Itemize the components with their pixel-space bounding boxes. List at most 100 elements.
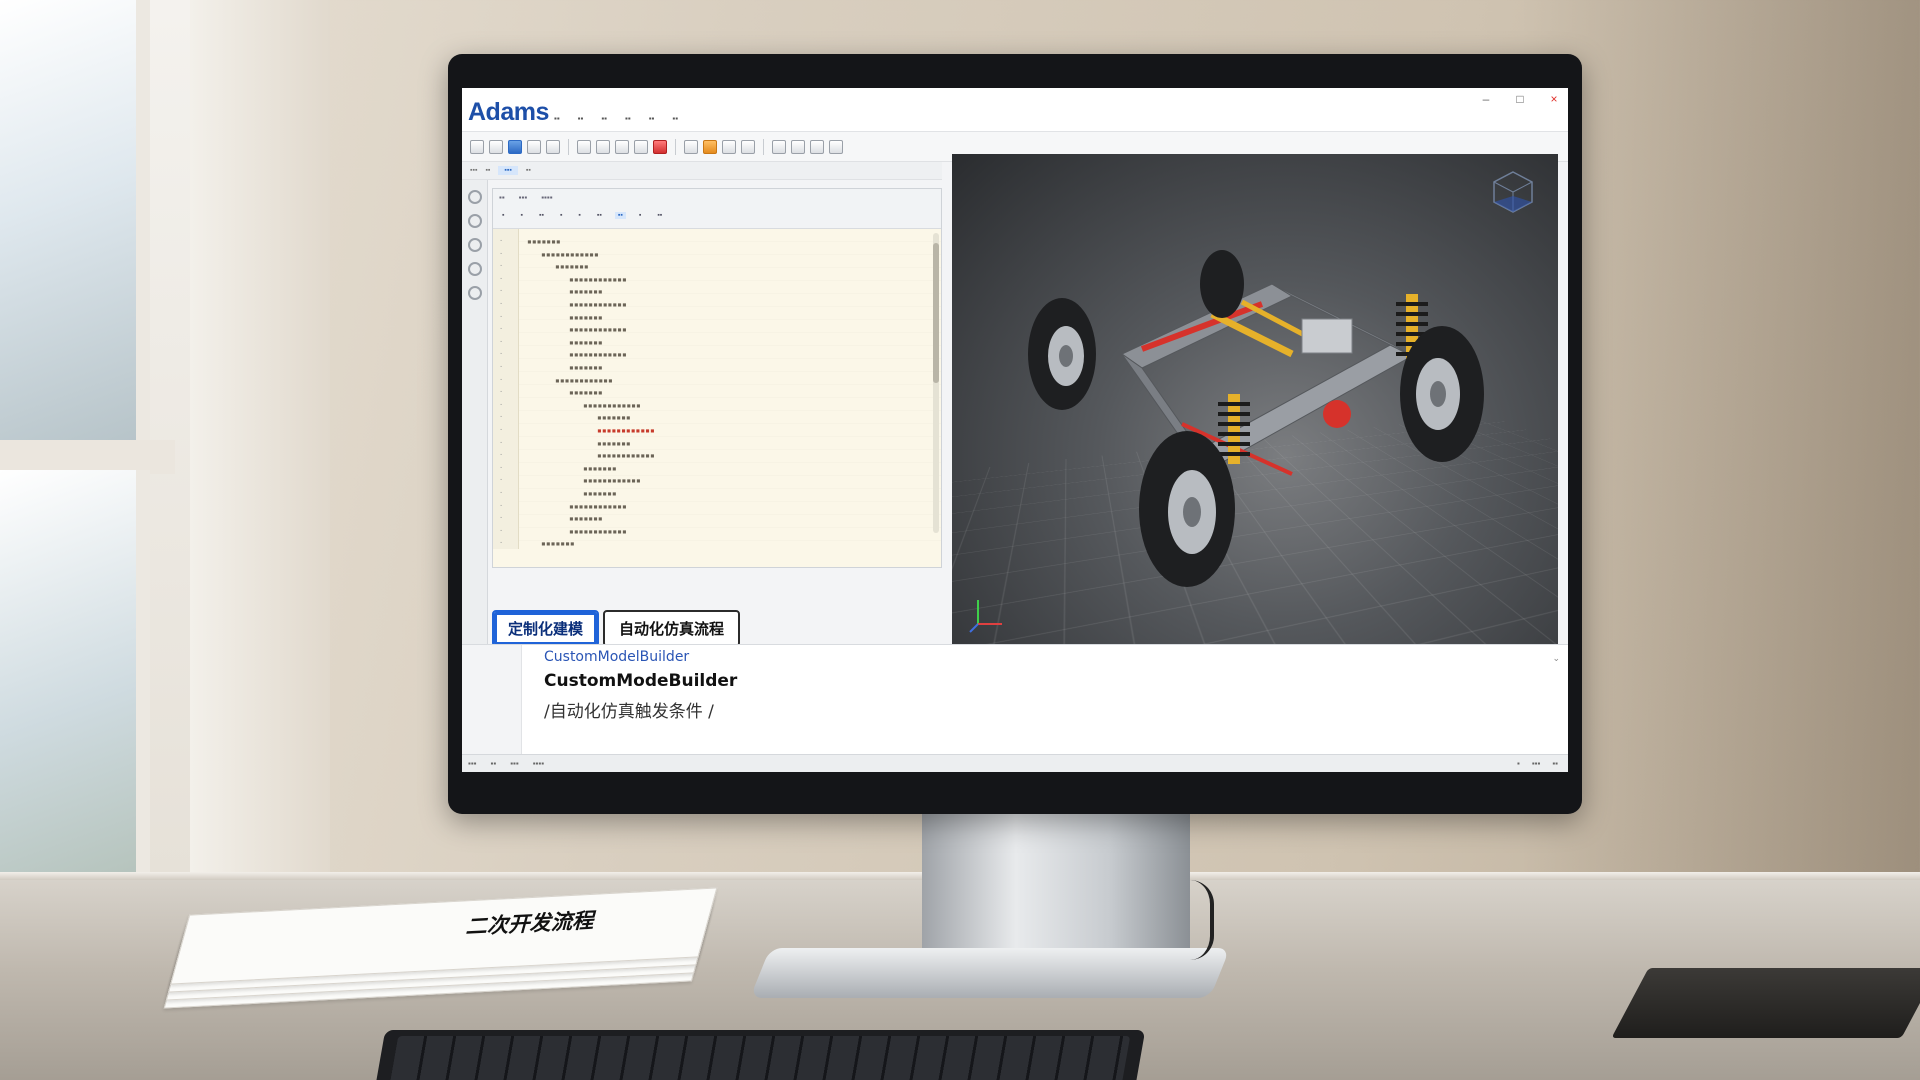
maximize-icon[interactable]: □	[1514, 92, 1526, 106]
part-icon[interactable]	[596, 139, 610, 154]
editor-scrollbar[interactable]	[933, 233, 939, 533]
line-number: ·	[499, 426, 504, 434]
console-panel[interactable]: CustomModelBuilder CustomModeBuilder /自动…	[462, 644, 1568, 755]
line-number: ·	[499, 274, 504, 283]
code-line: ▪▪▪▪▪▪▪▪▪▪▪▪	[569, 274, 627, 284]
console-line: CustomModelBuilder	[544, 649, 690, 665]
status-item: ▪▪▪▪	[532, 759, 545, 768]
subtab[interactable]: ▪▪▪	[470, 167, 477, 174]
menu-item[interactable]: ▪▪	[554, 114, 560, 123]
3d-viewport[interactable]	[952, 154, 1558, 658]
save-icon[interactable]	[508, 139, 522, 154]
simulate-icon[interactable]	[703, 139, 717, 154]
editor-tool[interactable]: ▪▪	[536, 212, 547, 219]
line-number: ·	[499, 514, 504, 523]
code-line: ▪▪▪▪▪▪▪▪▪▪▪▪	[569, 325, 627, 335]
window-pane	[0, 0, 150, 440]
grid-icon[interactable]	[810, 139, 824, 154]
code-line: ▪▪▪▪▪▪▪	[541, 539, 575, 549]
menu-item[interactable]: ▪▪	[625, 114, 631, 123]
rotate-icon[interactable]	[467, 214, 482, 228]
monitor-stand-base	[749, 948, 1231, 998]
layout-icon[interactable]	[829, 139, 843, 154]
document-title: 二次开发流程	[464, 908, 599, 939]
toolbar-separator	[675, 138, 676, 155]
monitor-cable	[1190, 880, 1214, 960]
render-icon[interactable]	[467, 286, 482, 300]
wheel-rear-left	[1200, 250, 1244, 318]
line-number: ·	[499, 350, 504, 359]
editor-tool-active[interactable]: ▪▪	[614, 212, 626, 219]
status-right: ▪ ▪▪▪ ▪▪	[1517, 759, 1558, 768]
code-line: ▪▪▪▪▪▪▪▪▪▪▪▪	[597, 426, 655, 435]
editor-tab[interactable]: ▪▪▪	[519, 193, 528, 202]
window-controls: – □ ×	[1480, 92, 1560, 106]
scrollbar-thumb[interactable]	[933, 243, 939, 383]
monitor-stand	[922, 790, 1190, 965]
editor-tool[interactable]: ▪	[517, 212, 525, 219]
force-icon[interactable]	[634, 139, 648, 154]
toolbar-separator	[763, 138, 764, 155]
zoom-icon[interactable]	[467, 238, 482, 252]
editor-tool[interactable]: ▪	[575, 212, 583, 219]
editor-tab[interactable]: ▪▪	[499, 193, 505, 202]
close-icon[interactable]: ×	[1548, 92, 1560, 106]
editor-body[interactable]: · · · · · · · · · · · · · · · · · · · · · · · · · ▪▪▪▪▪▪▪ ▪▪▪▪▪▪▪…	[493, 229, 941, 549]
menu-item[interactable]: ▪▪	[672, 114, 678, 123]
select-icon[interactable]	[467, 190, 482, 204]
spring-icon[interactable]	[653, 139, 667, 154]
console-gutter	[462, 645, 522, 755]
pan-icon[interactable]	[467, 262, 482, 276]
line-number: ·	[499, 375, 504, 384]
code-editor[interactable]: ▪▪ ▪▪▪ ▪▪▪▪ ▪ ▪ ▪▪ ▪ ▪ ▪▪ ▪▪ ▪ ▪▪ · · · · · ·…	[492, 188, 942, 568]
subtab-active[interactable]: ▪▪▪	[498, 166, 518, 175]
vehicle-chassis-model[interactable]	[992, 244, 1512, 604]
console-line: /自动化仿真触发条件 /	[544, 702, 714, 722]
minimize-icon[interactable]: –	[1480, 92, 1492, 106]
view-cube-icon[interactable]	[1490, 168, 1536, 214]
code-line: ▪▪▪▪▪▪▪▪▪▪▪▪	[569, 526, 627, 536]
view-icon[interactable]	[772, 139, 786, 154]
line-number: ·	[499, 476, 504, 485]
screen: Adams ▪▪ ▪▪ ▪▪ ▪▪ ▪▪ ▪▪ – □ × ▪▪▪ ▪▪ ▪▪▪…	[462, 88, 1568, 772]
code-line: ▪▪▪▪▪▪▪	[569, 337, 603, 347]
line-number: ·	[499, 438, 504, 447]
code-line: ▪▪▪▪▪▪▪	[597, 413, 631, 423]
keyboard	[374, 1030, 1146, 1080]
tool-strip	[462, 180, 488, 660]
measure-icon[interactable]	[684, 139, 698, 154]
joint-icon[interactable]	[615, 139, 629, 154]
line-number: ·	[499, 400, 504, 409]
status-item: ▪▪▪	[1531, 759, 1541, 768]
editor-tool[interactable]: ▪	[499, 212, 507, 219]
editor-tool[interactable]: ▪▪	[654, 212, 665, 219]
code-line: ▪▪▪▪▪▪▪▪▪▪▪▪	[583, 476, 641, 486]
plot-icon[interactable]	[722, 139, 736, 154]
settings-icon[interactable]	[741, 139, 755, 154]
editor-tool[interactable]: ▪▪	[594, 212, 605, 219]
menu-item[interactable]: ▪▪	[601, 114, 607, 123]
code-line: ▪▪▪▪▪▪▪	[569, 312, 603, 322]
code-line: ▪▪▪▪▪▪▪	[583, 489, 617, 498]
tab-automation-workflow[interactable]: 自动化仿真流程	[603, 610, 741, 647]
editor-tab[interactable]: ▪▪▪▪	[541, 193, 552, 202]
redo-icon[interactable]	[546, 139, 560, 154]
editor-tool[interactable]: ▪	[636, 212, 644, 219]
open-icon[interactable]	[489, 139, 503, 154]
line-number: ·	[499, 388, 504, 397]
menu-item[interactable]: ▪▪	[578, 114, 584, 123]
line-number: ·	[499, 325, 504, 334]
tab-custom-modeling[interactable]: 定制化建模	[492, 610, 600, 647]
select-icon[interactable]	[577, 139, 591, 154]
render-icon[interactable]	[791, 139, 805, 154]
sub-toolbar: ▪▪▪ ▪▪ ▪▪▪ ▪▪	[462, 162, 942, 180]
undo-icon[interactable]	[527, 139, 541, 154]
code-line: ▪▪▪▪▪▪▪	[569, 363, 603, 372]
editor-tool[interactable]: ▪	[557, 212, 565, 219]
line-number: ·	[499, 363, 504, 371]
subtab[interactable]: ▪▪	[485, 167, 490, 174]
menu-item[interactable]: ▪▪	[649, 114, 655, 123]
subtab[interactable]: ▪▪	[526, 167, 531, 174]
chevron-down-icon[interactable]: ⌄	[1552, 653, 1560, 664]
file-icon[interactable]	[470, 139, 484, 154]
